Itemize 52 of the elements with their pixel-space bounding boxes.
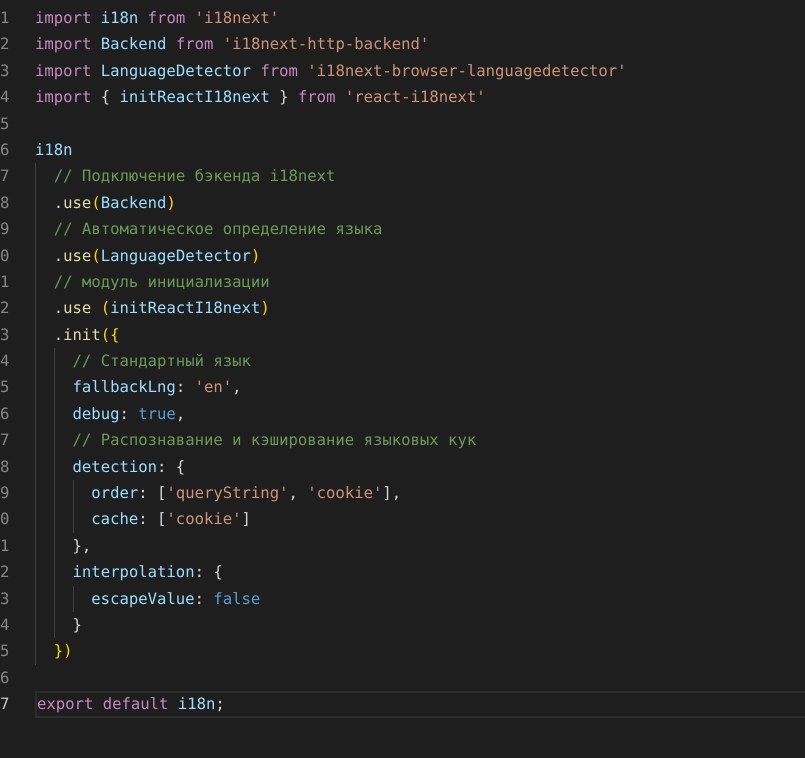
line-number: 3	[0, 324, 10, 346]
code-line: // Распознавание и кэширование языковых кук	[35, 427, 805, 454]
code-line: fallbackLng: 'en',	[35, 374, 805, 401]
line-number: 1	[0, 536, 10, 557]
code-line: import i18n from 'i18next'	[35, 8, 280, 29]
line-number: 6	[0, 668, 10, 689]
line-number: 3	[0, 588, 10, 610]
code-line: // Стандартный язык	[35, 348, 805, 374]
line-number: 8	[0, 192, 10, 214]
line-number: 7	[0, 430, 10, 452]
line-number: 4	[0, 614, 10, 636]
line-number: 4	[0, 351, 10, 372]
code-line: i18n	[35, 140, 74, 161]
line-number: 2	[0, 298, 10, 320]
line-number: 8	[0, 456, 10, 478]
code-line: cache: ['cookie']	[35, 506, 805, 533]
code-line: detection: {	[35, 454, 805, 480]
line-number: 6	[0, 140, 10, 161]
code-line: .use (initReactI18next)	[35, 295, 805, 322]
code-line: // Подключение бэкенда i18next	[35, 163, 805, 190]
code-line: import { initReactI18next } from 'react-i18next'	[35, 87, 487, 108]
line-number: 9	[0, 483, 10, 504]
line-number: 7	[0, 694, 10, 716]
code-line: escapeValue: false	[35, 586, 805, 612]
code-line: interpolation: {	[35, 559, 805, 586]
code-line: },	[35, 532, 805, 560]
line-number: 4	[0, 87, 10, 108]
line-number: 0	[0, 246, 10, 267]
code-line: import Backend from 'i18next-http-backend'	[35, 34, 430, 56]
line-number: 7	[0, 166, 10, 188]
line-number: 3	[0, 60, 10, 82]
line-number: 9	[0, 219, 10, 240]
code-line: // Автоматическое определение языка	[35, 216, 805, 243]
code-line: }	[35, 612, 805, 638]
code-line: })	[35, 638, 805, 665]
code-line: .use(LanguageDetector)	[35, 242, 805, 269]
line-number: 2	[0, 34, 10, 56]
code-line: // модуль инициализации	[35, 268, 805, 296]
line-number: 1	[0, 272, 10, 293]
code-line: .init({	[35, 322, 805, 348]
line-number: 1	[0, 8, 10, 29]
code-line: order: ['queryString', 'cookie'],	[35, 480, 805, 506]
code-line: debug: true,	[35, 400, 805, 428]
code-line: export default i18n;	[35, 691, 805, 718]
line-number: 6	[0, 404, 10, 425]
line-number: 5	[0, 114, 10, 135]
code-line: import LanguageDetector from 'i18next-browser-languagedetector'	[35, 60, 628, 82]
line-number: 5	[0, 641, 10, 662]
line-number: 2	[0, 562, 10, 584]
line-number: 0	[0, 509, 10, 530]
code-line: .use(Backend)	[35, 190, 805, 216]
line-number: 5	[0, 377, 10, 398]
